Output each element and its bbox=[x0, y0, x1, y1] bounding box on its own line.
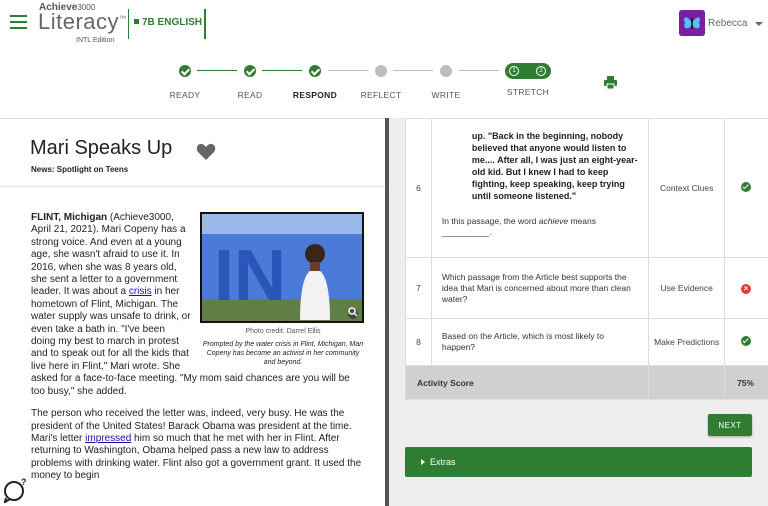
stretch-item-1[interactable]: 1 bbox=[509, 66, 519, 76]
caret-right-icon bbox=[421, 459, 425, 465]
zoom-icon[interactable] bbox=[348, 307, 358, 317]
svg-text:IN: IN bbox=[214, 236, 286, 316]
check-icon bbox=[179, 65, 191, 77]
photo-credit: Photo credit: Darrel Ellis bbox=[245, 328, 321, 335]
article-title: Mari Speaks Up bbox=[30, 137, 173, 159]
check-circle-icon bbox=[741, 336, 752, 346]
step-dot bbox=[440, 65, 452, 77]
class-square-icon bbox=[134, 19, 139, 24]
activity-stepper: READY READ RESPOND REFLECT WRITE 1 2 STR… bbox=[0, 60, 768, 110]
edition-label: INTL Edition bbox=[76, 37, 115, 44]
check-circle-icon bbox=[741, 182, 752, 192]
vocab-link-impressed[interactable]: impressed bbox=[85, 433, 131, 444]
print-icon[interactable] bbox=[604, 76, 617, 89]
skill-label: Use Evidence bbox=[648, 257, 726, 319]
skill-label: Make Predictions bbox=[648, 318, 726, 366]
result-cell bbox=[724, 118, 768, 258]
question-number: 7 bbox=[405, 257, 432, 319]
article-paragraph: The person who received the letter was, … bbox=[31, 408, 362, 482]
result-cell bbox=[724, 318, 768, 366]
article-body: IN Photo credit: Darrel Ellis Prompted b… bbox=[31, 212, 366, 493]
x-circle-icon: × bbox=[741, 283, 752, 294]
chat-icon[interactable]: ? bbox=[2, 477, 28, 503]
check-icon bbox=[309, 65, 321, 77]
score-value: 75% bbox=[724, 365, 768, 400]
stretch-pill: 1 2 bbox=[505, 63, 551, 79]
vocab-link-crisis[interactable]: crisis bbox=[129, 286, 152, 297]
result-cell: × bbox=[724, 257, 768, 319]
score-label: Activity Score bbox=[404, 365, 650, 400]
stretch-item-2[interactable]: 2 bbox=[536, 66, 546, 76]
step-dot bbox=[375, 65, 387, 77]
dateline: FLINT, Michigan bbox=[31, 212, 108, 223]
article-pane: Mari Speaks Up News: Spotlight on Teens … bbox=[0, 118, 385, 506]
score-row: Activity Score 75% bbox=[404, 365, 768, 400]
menu-icon[interactable] bbox=[10, 15, 27, 29]
top-header: Achieve3000 Literacy™ INTL Edition 7B EN… bbox=[0, 0, 768, 118]
user-name[interactable]: Rebecca bbox=[708, 18, 747, 29]
chevron-down-icon[interactable] bbox=[755, 22, 763, 26]
table-row: 7 Which passage from the Article best su… bbox=[405, 257, 768, 319]
photo-image: IN bbox=[202, 214, 362, 321]
question-text[interactable]: up. "Back in the beginning, nobody belie… bbox=[430, 118, 650, 258]
brand-logo[interactable]: Literacy™ bbox=[38, 9, 127, 35]
divider bbox=[204, 9, 206, 39]
article-photo[interactable]: IN bbox=[200, 212, 364, 323]
article-subtitle: News: Spotlight on Teens bbox=[31, 165, 129, 174]
user-avatar[interactable] bbox=[679, 10, 705, 36]
question-text[interactable]: Based on the Article, which is most like… bbox=[430, 318, 650, 366]
question-number: 6 bbox=[405, 118, 432, 258]
divider bbox=[0, 186, 385, 187]
table-row: 6 up. "Back in the beginning, nobody bel… bbox=[405, 118, 768, 258]
results-table: 6 up. "Back in the beginning, nobody bel… bbox=[404, 118, 768, 400]
question-number: 8 bbox=[405, 318, 432, 366]
svg-text:?: ? bbox=[21, 477, 27, 487]
article-figure: IN Photo credit: Darrel Ellis Prompted b… bbox=[200, 212, 366, 367]
questions-pane: 6 up. "Back in the beginning, nobody bel… bbox=[389, 118, 768, 506]
heart-icon[interactable] bbox=[196, 143, 216, 161]
butterfly-icon bbox=[679, 10, 705, 36]
extras-accordion[interactable]: Extras bbox=[405, 447, 752, 477]
class-selector[interactable]: 7B ENGLISH bbox=[134, 17, 202, 28]
skill-label: Context Clues bbox=[648, 118, 726, 258]
table-row: 8 Based on the Article, which is most li… bbox=[405, 318, 768, 366]
question-text[interactable]: Which passage from the Article best supp… bbox=[430, 257, 650, 319]
step-stretch[interactable]: 1 2 STRETCH bbox=[488, 60, 568, 97]
next-button[interactable]: NEXT bbox=[708, 414, 752, 436]
divider bbox=[128, 9, 129, 39]
check-icon bbox=[244, 65, 256, 77]
photo-caption: Prompted by the water crisis in Flint, M… bbox=[202, 341, 364, 367]
step-write[interactable]: WRITE bbox=[406, 60, 486, 100]
